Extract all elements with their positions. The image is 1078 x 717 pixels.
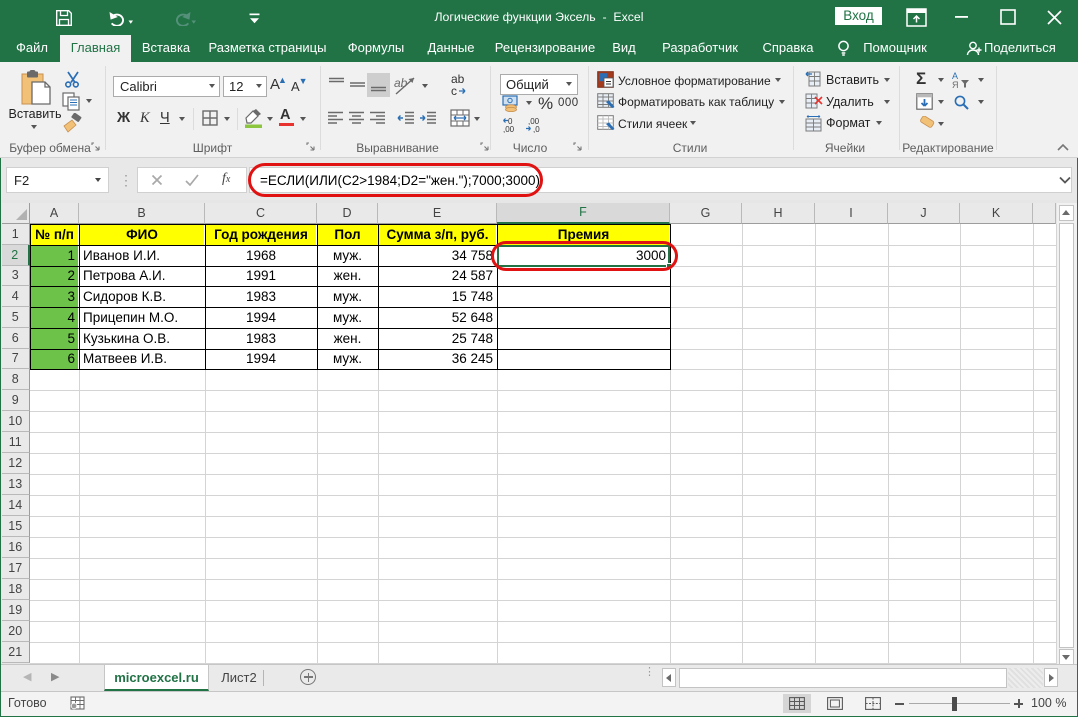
svg-text:,0: ,0 — [533, 125, 540, 133]
svg-text:c: c — [451, 84, 457, 98]
svg-text:ab: ab — [394, 76, 408, 90]
svg-text:,00: ,00 — [503, 125, 515, 133]
svg-text:Я: Я — [952, 80, 959, 88]
